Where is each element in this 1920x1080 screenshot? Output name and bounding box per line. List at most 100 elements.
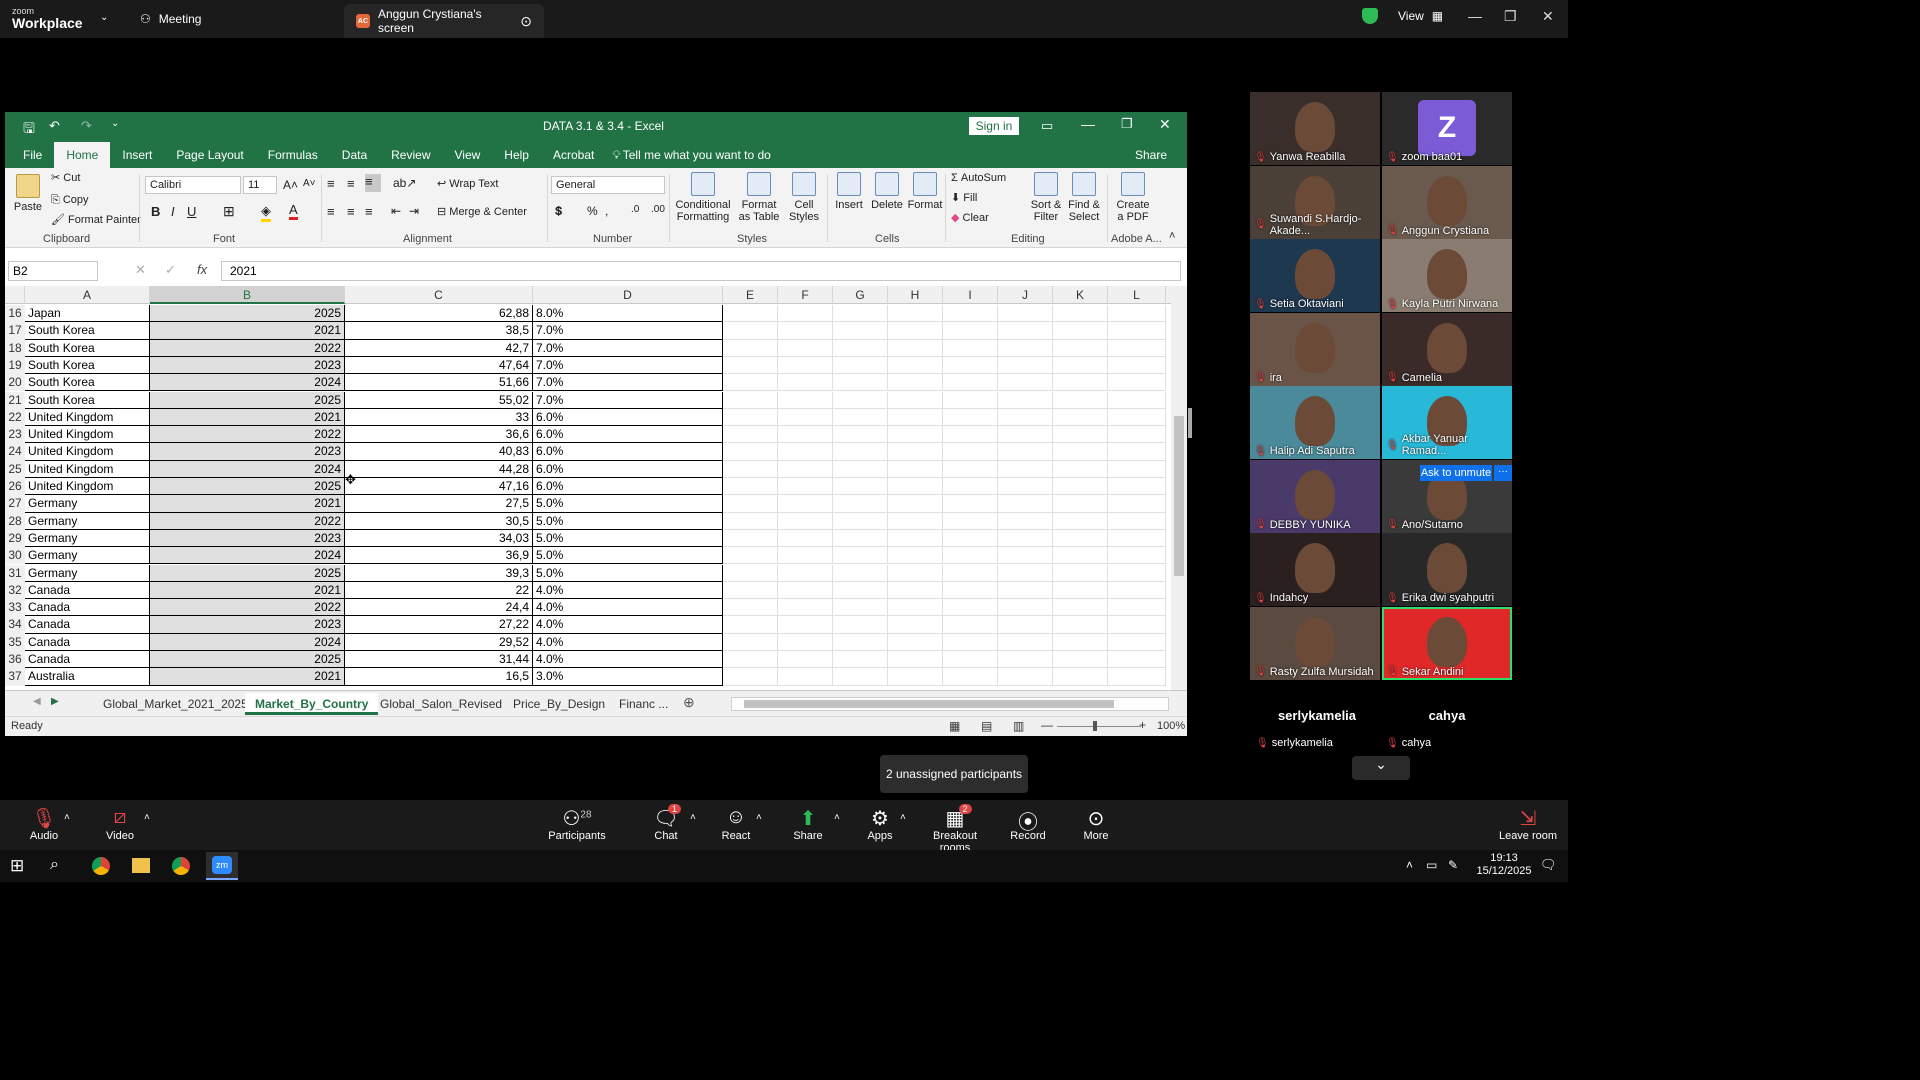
- autosum-button[interactable]: Σ AutoSum: [951, 172, 1006, 184]
- empty-cell[interactable]: [943, 322, 998, 340]
- zoom-level[interactable]: 100%: [1157, 720, 1185, 732]
- search-icon[interactable]: ⌕: [50, 856, 59, 874]
- merge-center-button[interactable]: ⊟ Merge & Center: [437, 206, 527, 218]
- zoom-taskbar-button[interactable]: zm: [206, 852, 238, 880]
- chevron-up-icon[interactable]: ˄: [690, 812, 696, 823]
- cell-a[interactable]: Germany: [25, 547, 150, 565]
- participant-tile[interactable]: 🎙︎ Kayla Putri Nirwana: [1382, 239, 1512, 312]
- fill-button[interactable]: ⬇ Fill: [951, 192, 977, 204]
- cell-d[interactable]: 7.0%: [533, 322, 723, 340]
- empty-cell[interactable]: [833, 564, 888, 582]
- empty-cell[interactable]: [888, 599, 943, 617]
- tab-view[interactable]: View: [443, 142, 493, 168]
- cell-b[interactable]: 2024: [150, 547, 345, 565]
- empty-cell[interactable]: [1108, 495, 1166, 513]
- cell-b[interactable]: 2021: [150, 322, 345, 340]
- empty-cell[interactable]: [778, 356, 833, 375]
- row-number[interactable]: 26: [5, 478, 25, 496]
- row-number[interactable]: 16: [5, 305, 25, 323]
- empty-cell[interactable]: [888, 460, 943, 478]
- close-icon[interactable]: ✕: [1159, 116, 1171, 133]
- empty-cell[interactable]: [778, 512, 833, 530]
- cell-b[interactable]: 2024: [150, 460, 345, 478]
- empty-cell[interactable]: [778, 616, 833, 634]
- tab-home[interactable]: Home: [54, 142, 111, 168]
- find-select-button[interactable]: Find & Select: [1067, 172, 1101, 223]
- participant-tile[interactable]: 🎙︎ Suwandi S.Hardjo-Akade...: [1250, 165, 1380, 239]
- empty-cell[interactable]: [998, 339, 1053, 357]
- horizontal-scrollbar[interactable]: [731, 697, 1169, 711]
- empty-cell[interactable]: [833, 460, 888, 478]
- empty-cell[interactable]: [723, 322, 778, 340]
- page-break-icon[interactable]: ▥: [1013, 719, 1024, 733]
- border-icon[interactable]: ⊞: [223, 203, 235, 220]
- empty-cell[interactable]: [943, 478, 998, 496]
- cell-d[interactable]: 6.0%: [533, 460, 723, 478]
- cell-a[interactable]: Japan: [25, 305, 150, 323]
- chevron-down-icon[interactable]: ⌄: [100, 12, 108, 23]
- cell-d[interactable]: 5.0%: [533, 512, 723, 530]
- participant-tile[interactable]: 🎙︎ Akbar Yanuar Ramad...: [1382, 386, 1512, 459]
- vertical-scrollbar[interactable]: [1171, 286, 1187, 690]
- scroll-thumb[interactable]: [1174, 416, 1184, 576]
- empty-cell[interactable]: [778, 339, 833, 357]
- apps-button[interactable]: ⚙︎ Apps: [860, 806, 900, 842]
- cell-d[interactable]: 7.0%: [533, 391, 723, 409]
- clear-button[interactable]: ◆ Clear: [951, 212, 989, 224]
- chevron-down-icon[interactable]: ⌄: [1352, 756, 1410, 780]
- cell-c[interactable]: 31,44: [345, 651, 533, 669]
- cell-a[interactable]: South Korea: [25, 322, 150, 340]
- cell-d[interactable]: 7.0%: [533, 374, 723, 392]
- row-number[interactable]: 27: [5, 495, 25, 513]
- empty-cell[interactable]: [833, 374, 888, 392]
- scroll-thumb[interactable]: [744, 700, 1114, 708]
- clock[interactable]: 19:13 15/12/2025: [1476, 852, 1532, 878]
- delete-cells-button[interactable]: Delete: [869, 172, 905, 211]
- cancel-icon[interactable]: ✕: [135, 262, 146, 278]
- cell-d[interactable]: 6.0%: [533, 426, 723, 444]
- format-painter-button[interactable]: 🖌︎ Format Painter: [51, 214, 141, 226]
- cell-c[interactable]: 39,3: [345, 564, 533, 582]
- cell-b[interactable]: 2023: [150, 616, 345, 634]
- collapse-ribbon-icon[interactable]: ˄: [1169, 230, 1175, 242]
- leave-room-button[interactable]: ⇲ Leave room: [1496, 806, 1560, 842]
- empty-cell[interactable]: [998, 322, 1053, 340]
- empty-cell[interactable]: [833, 599, 888, 617]
- empty-cell[interactable]: [888, 564, 943, 582]
- empty-cell[interactable]: [723, 478, 778, 496]
- cell-a[interactable]: United Kingdom: [25, 478, 150, 496]
- empty-cell[interactable]: [723, 339, 778, 357]
- view-button[interactable]: View ▦: [1362, 8, 1443, 24]
- cell-b[interactable]: 2022: [150, 512, 345, 530]
- empty-cell[interactable]: [1053, 478, 1108, 496]
- empty-cell[interactable]: [1053, 529, 1108, 548]
- empty-cell[interactable]: [1108, 426, 1166, 444]
- empty-cell[interactable]: [723, 460, 778, 478]
- empty-cell[interactable]: [833, 356, 888, 375]
- align-right-icon[interactable]: ≡: [365, 204, 373, 219]
- column-header-c[interactable]: C: [345, 286, 533, 304]
- empty-cell[interactable]: [1053, 495, 1108, 513]
- empty-cell[interactable]: [833, 547, 888, 565]
- cell-b[interactable]: 2024: [150, 374, 345, 392]
- decrease-indent-icon[interactable]: ⇤: [391, 204, 401, 218]
- column-header-j[interactable]: J: [998, 286, 1053, 304]
- empty-cell[interactable]: [888, 305, 943, 323]
- cell-b[interactable]: 2021: [150, 668, 345, 686]
- empty-cell[interactable]: [888, 356, 943, 375]
- empty-cell[interactable]: [833, 305, 888, 323]
- empty-cell[interactable]: [888, 478, 943, 496]
- cell-d[interactable]: 5.0%: [533, 495, 723, 513]
- empty-cell[interactable]: [888, 581, 943, 600]
- empty-cell[interactable]: [723, 391, 778, 409]
- empty-cell[interactable]: [1108, 529, 1166, 548]
- empty-cell[interactable]: [998, 443, 1053, 461]
- sheet-tab[interactable]: Price_By_Design: [513, 693, 605, 715]
- cell-c[interactable]: 55,02: [345, 391, 533, 409]
- cell-d[interactable]: 4.0%: [533, 599, 723, 617]
- row-number[interactable]: 29: [5, 529, 25, 548]
- chrome-icon[interactable]: [172, 857, 190, 875]
- empty-cell[interactable]: [998, 426, 1053, 444]
- empty-cell[interactable]: [943, 564, 998, 582]
- cell-d[interactable]: 4.0%: [533, 616, 723, 634]
